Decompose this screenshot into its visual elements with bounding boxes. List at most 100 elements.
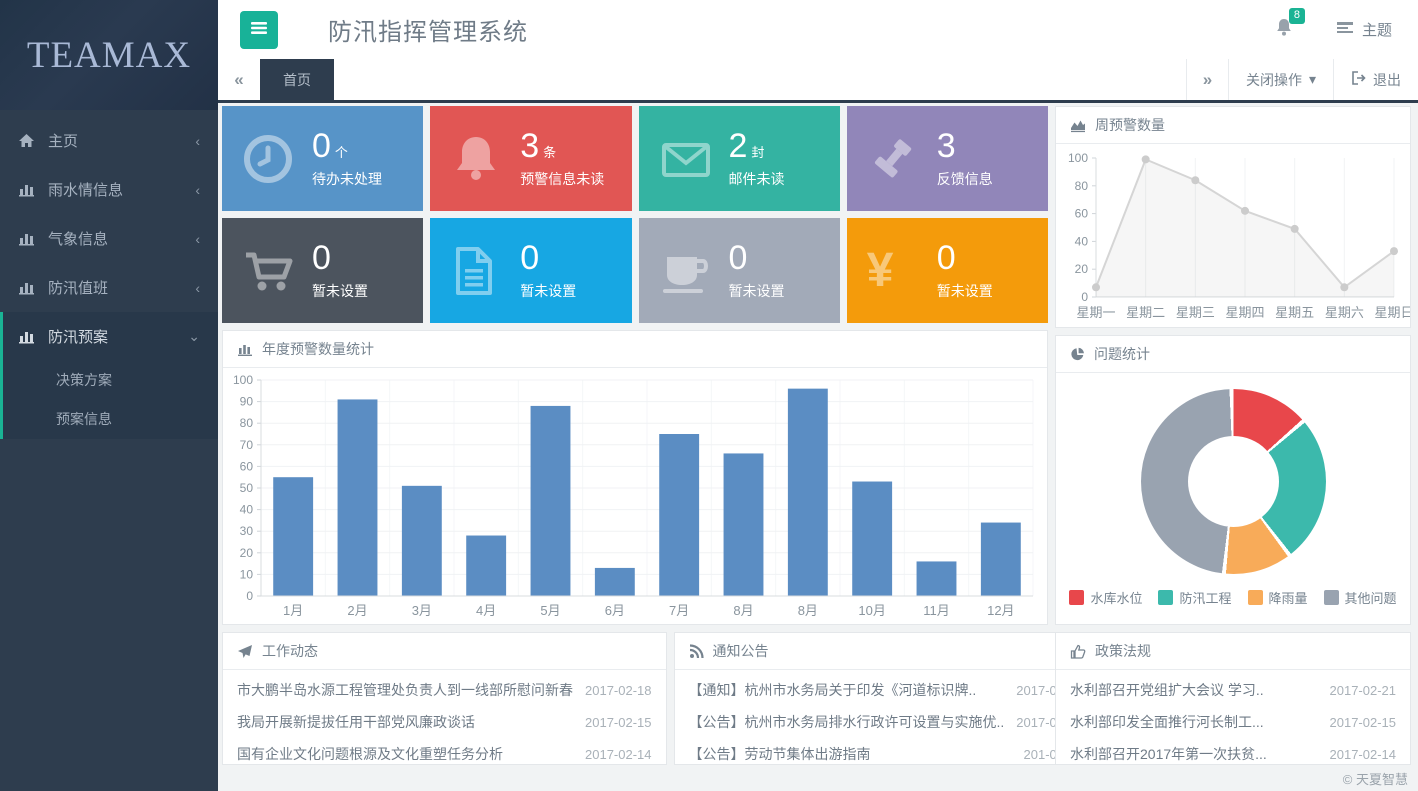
news-item-date: 2017-02-15 [1318,715,1397,730]
svg-text:星期二: 星期二 [1126,305,1165,320]
stat-card-unset-3[interactable]: 0 暂未设置 [639,218,840,323]
svg-text:60: 60 [1075,207,1089,221]
news-item[interactable]: 【公告】杭州市水务局排水行政许可设置与实施优.. 2017-02-20 [675,706,1097,738]
chevron-left-icon: ‹ [195,182,200,198]
stat-value: 2 [729,127,748,165]
scroll-tabs-left-button[interactable]: « [218,59,260,100]
stat-card-warnings-unread[interactable]: 3条 预警信息未读 [430,106,631,211]
theme-button[interactable]: 主题 [1336,19,1392,40]
legend-item: 降雨量 [1248,588,1308,607]
sidebar-item-label: 防汛预案 [48,326,108,347]
stat-card-unset-4[interactable]: ¥ 0 暂未设置 [847,218,1048,323]
svg-text:11月: 11月 [923,603,950,618]
bar-chart-icon [18,182,35,197]
stat-card-body: 0个 待办未处理 [312,128,382,189]
svg-text:70: 70 [240,438,254,452]
bell-icon [450,133,506,185]
legend-swatch [1158,590,1173,605]
news-item-title: 市大鹏半岛水源工程管理处负责人到一线部所慰问新春 [237,680,573,700]
cart-icon [242,245,298,297]
panel-title: 政策法规 [1095,641,1151,661]
notifications-button[interactable]: 8 [1274,17,1294,43]
news-item-date: 2017-02-18 [573,683,652,698]
issue-stats-donut-chart: 水库水位 防汛工程 降雨量 [1056,373,1410,624]
svg-text:80: 80 [240,416,254,430]
home-icon [18,133,35,148]
stat-card-unset-1[interactable]: 0 暂未设置 [222,218,423,323]
news-item[interactable]: 我局开展新提拔任用干部党风廉政谈话 2017-02-15 [223,706,666,738]
stat-label: 暂未设置 [729,281,785,301]
bell-icon [1274,25,1294,42]
news-item-date: 2017-02-14 [573,747,652,762]
news-item[interactable]: 水利部召开党组扩大会议 学习.. 2017-02-21 [1056,674,1410,706]
tab-home[interactable]: 首页 [260,59,334,100]
hamburger-icon [249,20,269,39]
stat-value: 0 [312,239,331,277]
news-item-date: 2017-02-21 [1318,683,1397,698]
stat-card-mail-unread[interactable]: 2封 邮件未读 [639,106,840,211]
stat-label: 暂未设置 [312,281,368,301]
svg-text:20: 20 [1075,262,1089,276]
policy-list: 水利部召开党组扩大会议 学习.. 2017-02-21 水利部印发全面推行河长制… [1056,670,1410,774]
stat-label: 邮件未读 [729,169,785,189]
annual-warnings-panel: 年度预警数量统计 01020304050607080901001月2月3月4月5… [222,330,1048,625]
news-item[interactable]: 水利部印发全面推行河长制工... 2017-02-15 [1056,706,1410,738]
notice-panel: 通知公告 【通知】杭州市水务局关于印发《河道标识牌.. 2017-02-20 【… [674,632,1098,765]
svg-text:50: 50 [240,481,254,495]
stat-value: 0 [520,239,539,277]
svg-text:4月: 4月 [476,603,496,618]
sidebar-item-home[interactable]: 主页 ‹ [0,116,218,165]
donut-wrap: 水库水位 防汛工程 降雨量 [1056,373,1410,624]
stat-card-feedback[interactable]: 3 反馈信息 [847,106,1048,211]
sidebar-item-label: 雨水情信息 [48,179,123,200]
work-news-list: 市大鹏半岛水源工程管理处负责人到一线部所慰问新春 2017-02-18 我局开展… [223,670,666,774]
stat-label: 预警信息未读 [520,169,604,189]
news-item-date: 2017-02-15 [573,715,652,730]
news-item[interactable]: 市大鹏半岛水源工程管理处负责人到一线部所慰问新春 2017-02-18 [223,674,666,706]
svg-text:1月: 1月 [283,603,303,618]
news-item-title: 【公告】劳动节集体出游指南 [689,744,871,764]
close-operations-dropdown[interactable]: 关闭操作 ▾ [1228,59,1333,100]
envelope-icon [659,133,715,185]
stat-unit: 个 [335,145,348,160]
copyright-text: © 天夏智慧 [1343,769,1408,788]
svg-text:12月: 12月 [987,603,1014,618]
tab-bar: « 首页 » 关闭操作 ▾ 退出 [218,59,1418,103]
bar-chart-icon [18,329,35,344]
panel-title: 年度预警数量统计 [262,339,374,359]
logout-button[interactable]: 退出 [1333,59,1418,100]
coffee-icon [659,245,715,297]
sidebar-item-flood-plans[interactable]: 防汛预案 ⌄ [3,312,218,361]
close-operations-label: 关闭操作 [1246,70,1302,90]
chevron-down-icon: ⌄ [188,328,200,345]
legend-label: 水库水位 [1090,588,1142,607]
legend-label: 防汛工程 [1179,588,1231,607]
clock-icon [242,133,298,185]
sidebar-toggle-button[interactable] [240,11,278,49]
stat-unit: 封 [751,145,764,160]
top-header: 防汛指挥管理系统 8 主题 [218,0,1418,59]
svg-text:3月: 3月 [412,603,432,618]
donut-ring [1141,389,1326,574]
sidebar-item-rainwater[interactable]: 雨水情信息 ‹ [0,165,218,214]
stat-value: 0 [312,127,331,165]
sidebar-item-weather[interactable]: 气象信息 ‹ [0,214,218,263]
legend-item: 水库水位 [1069,588,1142,607]
stat-card-unset-2[interactable]: 0 暂未设置 [430,218,631,323]
stat-card-todo[interactable]: 0个 待办未处理 [222,106,423,211]
bar-chart-icon [18,231,35,246]
svg-text:10: 10 [240,567,254,581]
legend-item: 其他问题 [1324,588,1397,607]
svg-text:星期日: 星期日 [1374,305,1410,320]
sidebar-subitem-plan-info[interactable]: 预案信息 [3,400,218,439]
rss-icon [689,644,704,659]
annual-warnings-bar-chart: 01020304050607080901001月2月3月4月5月6月7月8月8月… [223,368,1047,624]
sidebar: TEAMAX 主页 ‹ 雨水情信息 ‹ 气象信息 [0,0,218,791]
sidebar-subitem-decision[interactable]: 决策方案 [3,361,218,400]
sidebar-item-duty[interactable]: 防汛值班 ‹ [0,263,218,312]
scroll-tabs-right-button[interactable]: » [1186,59,1228,100]
weekly-warnings-panel: 周预警数量 020406080100星期一星期二星期三星期四星期五星期六星期日 [1055,106,1411,328]
svg-text:5月: 5月 [540,603,560,618]
news-item[interactable]: 【通知】杭州市水务局关于印发《河道标识牌.. 2017-02-20 [675,674,1097,706]
main-area: 防汛指挥管理系统 8 主题 « 首页 » [218,0,1418,791]
